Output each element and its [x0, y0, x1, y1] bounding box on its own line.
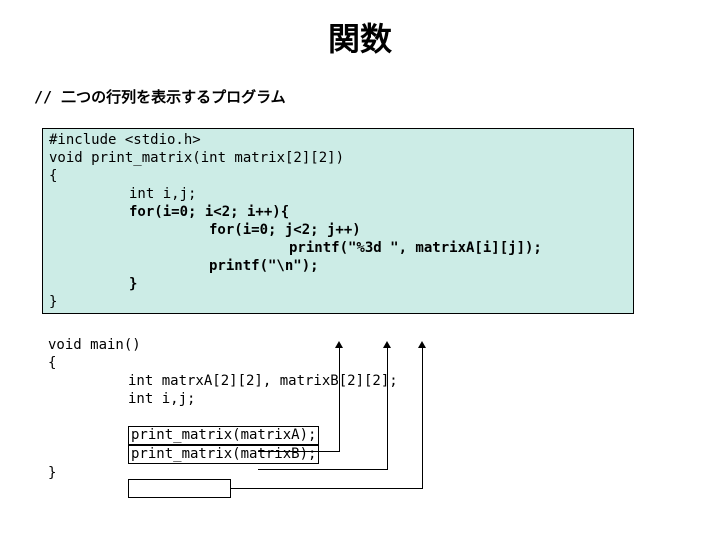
- arrow-2-v: [387, 347, 388, 470]
- arrow-3-head-icon: [418, 341, 426, 348]
- arrow-2-h: [258, 469, 388, 470]
- arrow-3-v: [422, 347, 423, 489]
- code-line: }: [49, 293, 629, 311]
- arrow-1-head-icon: [335, 341, 343, 348]
- code-line: int i,j;: [49, 185, 629, 203]
- code-line: }: [49, 275, 629, 293]
- arrow-3-h: [231, 488, 423, 489]
- code-line: printf("\n");: [49, 257, 629, 275]
- code-line: for(i=0; i<2; i++){: [49, 203, 629, 221]
- call-box-a: print_matrix(matrixA);: [128, 426, 319, 445]
- code-line: {: [49, 167, 629, 185]
- code-line: for(i=0; j<2; j++): [49, 221, 629, 239]
- code-line: #include <stdio.h>: [49, 131, 629, 149]
- function-code-box: #include <stdio.h> void print_matrix(int…: [42, 128, 634, 314]
- program-comment: // 二つの行列を表示するプログラム: [34, 86, 720, 107]
- arrow-2-head-icon: [383, 341, 391, 348]
- empty-call-box: [128, 479, 231, 498]
- main-code-block: void main() { int matrxA[2][2], matrixB[…: [42, 334, 634, 484]
- page-title: 関数: [0, 0, 720, 68]
- arrow-1-v: [339, 347, 340, 452]
- arrow-1-h: [258, 451, 340, 452]
- code-line: printf("%3d ", matrixA[i][j]);: [49, 239, 629, 257]
- call-box-b: print_matrix(matrixB);: [128, 445, 319, 464]
- code-line: void print_matrix(int matrix[2][2]): [49, 149, 629, 167]
